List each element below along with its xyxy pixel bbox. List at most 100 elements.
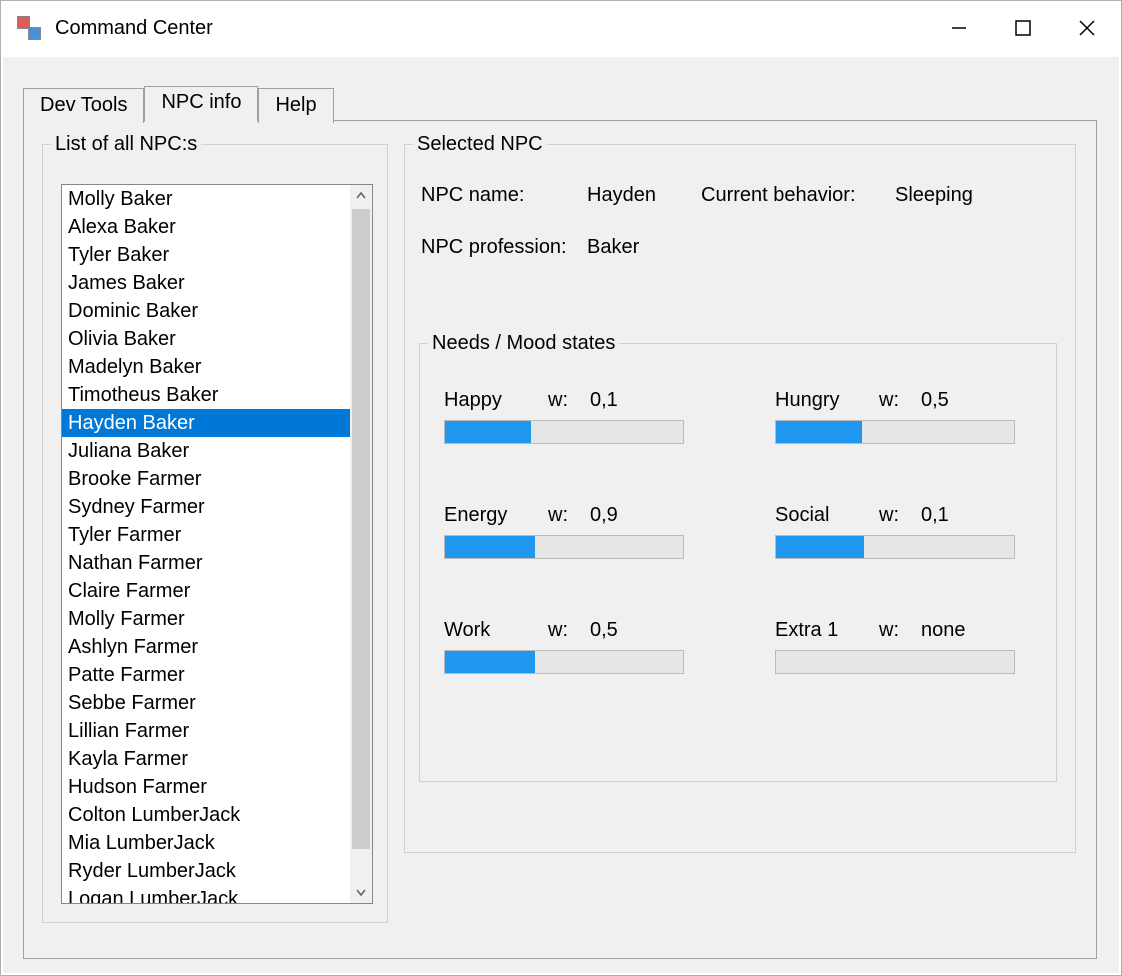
need-w-label: w: (548, 389, 590, 412)
need-w-label: w: (548, 504, 590, 527)
list-item[interactable]: Brooke Farmer (62, 465, 350, 493)
progress-bar (775, 535, 1015, 559)
progress-fill (445, 421, 531, 443)
maximize-icon (1014, 19, 1032, 37)
list-item[interactable]: Sebbe Farmer (62, 689, 350, 717)
list-item[interactable]: Ashlyn Farmer (62, 633, 350, 661)
need-name: Hungry (775, 389, 879, 412)
need-w-label: w: (879, 504, 921, 527)
progress-bar (444, 420, 684, 444)
need-name: Work (444, 619, 548, 642)
list-item[interactable]: Lillian Farmer (62, 717, 350, 745)
need-name: Happy (444, 389, 548, 412)
npc-listbox[interactable]: Molly BakerAlexa BakerTyler BakerJames B… (62, 185, 350, 903)
tab-dev-tools[interactable]: Dev Tools (23, 88, 144, 123)
progress-bar (444, 535, 684, 559)
list-item[interactable]: James Baker (62, 269, 350, 297)
window-title: Command Center (55, 17, 213, 40)
list-item[interactable]: Ryder LumberJack (62, 857, 350, 885)
needs-grid: Happyw:0,1Hungryw:0,5Energyw:0,9Socialw:… (420, 355, 1056, 694)
chevron-down-icon (355, 886, 367, 898)
npc-profession-label: NPC profession: (421, 236, 581, 259)
list-item[interactable]: Tyler Farmer (62, 521, 350, 549)
npc-profession-value: Baker (587, 236, 639, 259)
list-item[interactable]: Timotheus Baker (62, 381, 350, 409)
need-name: Social (775, 504, 879, 527)
tab-npc-info[interactable]: NPC info (144, 86, 258, 122)
scrollbar[interactable] (350, 185, 372, 903)
close-button[interactable] (1055, 1, 1119, 55)
info-row-profession: NPC profession: Baker (421, 236, 639, 259)
npc-list-legend: List of all NPC:s (51, 133, 201, 156)
maximize-button[interactable] (991, 1, 1055, 55)
npc-name-value: Hayden (587, 184, 695, 207)
close-icon (1078, 19, 1096, 37)
npc-behavior-value: Sleeping (895, 184, 973, 207)
list-item[interactable]: Juliana Baker (62, 437, 350, 465)
selected-npc-legend: Selected NPC (413, 133, 547, 156)
needs-group: Needs / Mood states Happyw:0,1Hungryw:0,… (419, 332, 1057, 782)
minimize-button[interactable] (927, 1, 991, 55)
need-w-label: w: (879, 389, 921, 412)
list-item[interactable]: Patte Farmer (62, 661, 350, 689)
list-item[interactable]: Olivia Baker (62, 325, 350, 353)
tab-help[interactable]: Help (258, 88, 333, 123)
need-header: Energyw:0,9 (444, 504, 684, 527)
needs-legend: Needs / Mood states (428, 332, 619, 355)
progress-bar (775, 420, 1015, 444)
need-w-value: none (921, 619, 966, 642)
app-icon (17, 16, 41, 40)
need-header: Happyw:0,1 (444, 389, 684, 412)
need-item: Socialw:0,1 (775, 504, 1015, 559)
tab-body: List of all NPC:s Molly BakerAlexa Baker… (23, 120, 1097, 959)
list-item[interactable]: Mia LumberJack (62, 829, 350, 857)
npc-behavior-label: Current behavior: (701, 184, 889, 207)
progress-fill (776, 421, 862, 443)
scroll-down-button[interactable] (350, 881, 372, 903)
need-header: Socialw:0,1 (775, 504, 1015, 527)
progress-bar (775, 650, 1015, 674)
tab-control: Dev Tools NPC info Help List of all NPC:… (23, 85, 1097, 959)
need-header: Hungryw:0,5 (775, 389, 1015, 412)
scroll-up-button[interactable] (350, 185, 372, 207)
npc-listbox-wrap: Molly BakerAlexa BakerTyler BakerJames B… (61, 184, 373, 904)
list-item[interactable]: Claire Farmer (62, 577, 350, 605)
need-header: Workw:0,5 (444, 619, 684, 642)
need-w-value: 0,9 (590, 504, 618, 527)
chevron-up-icon (355, 190, 367, 202)
list-item[interactable]: Sydney Farmer (62, 493, 350, 521)
need-w-value: 0,5 (590, 619, 618, 642)
list-item[interactable]: Kayla Farmer (62, 745, 350, 773)
progress-bar (444, 650, 684, 674)
list-item[interactable]: Hayden Baker (62, 409, 350, 437)
info-row-name: NPC name: Hayden Current behavior: Sleep… (421, 184, 973, 207)
list-item[interactable]: Dominic Baker (62, 297, 350, 325)
need-name: Extra 1 (775, 619, 879, 642)
list-item[interactable]: Molly Farmer (62, 605, 350, 633)
titlebar[interactable]: Command Center (1, 1, 1121, 55)
progress-fill (445, 651, 535, 673)
window-controls (927, 1, 1119, 55)
need-item: Workw:0,5 (444, 619, 684, 674)
npc-list-group: List of all NPC:s Molly BakerAlexa Baker… (42, 133, 388, 923)
need-item: Extra 1w:none (775, 619, 1015, 674)
npc-name-label: NPC name: (421, 184, 581, 207)
list-item[interactable]: Logan LumberJack (62, 885, 350, 903)
list-item[interactable]: Colton LumberJack (62, 801, 350, 829)
list-item[interactable]: Hudson Farmer (62, 773, 350, 801)
list-item[interactable]: Nathan Farmer (62, 549, 350, 577)
selected-npc-group: Selected NPC NPC name: Hayden Current be… (404, 133, 1076, 853)
need-w-value: 0,1 (590, 389, 618, 412)
need-item: Energyw:0,9 (444, 504, 684, 559)
need-item: Happyw:0,1 (444, 389, 684, 444)
list-item[interactable]: Tyler Baker (62, 241, 350, 269)
need-item: Hungryw:0,5 (775, 389, 1015, 444)
need-w-value: 0,1 (921, 504, 949, 527)
tab-header: Dev Tools NPC info Help (23, 85, 1097, 121)
list-item[interactable]: Molly Baker (62, 185, 350, 213)
list-item[interactable]: Madelyn Baker (62, 353, 350, 381)
scrollbar-thumb[interactable] (352, 209, 370, 849)
list-item[interactable]: Alexa Baker (62, 213, 350, 241)
need-w-value: 0,5 (921, 389, 949, 412)
progress-fill (445, 536, 535, 558)
